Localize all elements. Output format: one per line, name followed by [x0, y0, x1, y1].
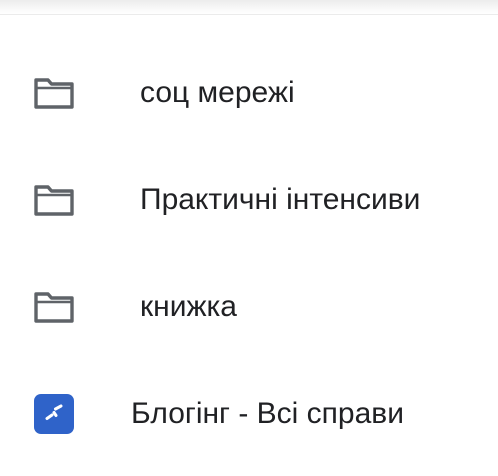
folder-icon — [29, 73, 79, 113]
app-tile-icon — [29, 394, 79, 434]
list-item-praktychni-intensyvy[interactable]: Практичні інтенсиви — [0, 160, 498, 240]
list-item-label: Блогінг - Всі справи — [131, 397, 404, 430]
list-item-knyzhka[interactable]: книжка — [0, 267, 498, 347]
list-item-bloging-vsi-spravy[interactable]: Блогінг - Всі справи — [0, 374, 498, 454]
folder-icon — [29, 287, 79, 327]
list-item-label: книжка — [140, 290, 237, 323]
top-divider — [0, 0, 498, 15]
list-item-soc-merezhi[interactable]: соц мережі — [0, 53, 498, 133]
list-item-label: соц мережі — [140, 76, 295, 109]
folder-icon — [29, 180, 79, 220]
list-item-label: Практичні інтенсиви — [140, 183, 421, 216]
